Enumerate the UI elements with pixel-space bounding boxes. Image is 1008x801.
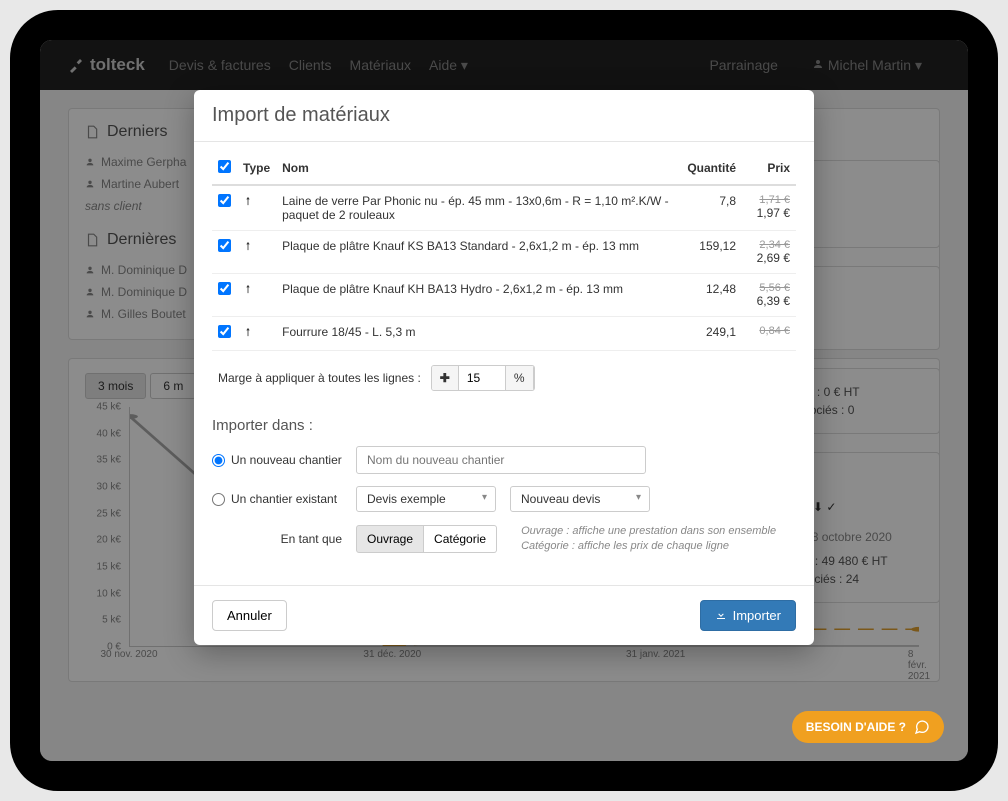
materials-table: Type Nom Quantité Prix Laine de verre Pa… xyxy=(212,152,796,351)
material-icon xyxy=(237,231,276,274)
material-icon xyxy=(237,185,276,231)
margin-input-group: ✚ % xyxy=(431,365,535,391)
new-chantier-input[interactable] xyxy=(356,446,646,474)
modal-title: Import de matériaux xyxy=(194,90,814,142)
hint-text: Ouvrage : affiche une prestation dans so… xyxy=(521,524,796,555)
table-row: Laine de verre Par Phonic nu - ép. 45 mm… xyxy=(212,185,796,231)
material-price: 0,84 € xyxy=(742,317,796,351)
cancel-button[interactable]: Annuler xyxy=(212,600,287,631)
row-check[interactable] xyxy=(218,194,231,207)
material-qty: 7,8 xyxy=(678,185,742,231)
row-check[interactable] xyxy=(218,325,231,338)
col-prix: Prix xyxy=(742,152,796,185)
tablet-frame: tolteck Devis & factures Clients Matéria… xyxy=(10,10,998,791)
radio-new-chantier[interactable]: Un nouveau chantier xyxy=(212,453,342,467)
select-devis[interactable]: Nouveau devis xyxy=(510,486,650,512)
material-icon xyxy=(237,274,276,317)
row-check[interactable] xyxy=(218,239,231,252)
material-icon xyxy=(237,317,276,351)
chat-icon xyxy=(914,719,930,735)
material-qty: 249,1 xyxy=(678,317,742,351)
table-row: Plaque de plâtre Knauf KH BA13 Hydro - 2… xyxy=(212,274,796,317)
import-button[interactable]: Importer xyxy=(700,600,796,631)
download-icon xyxy=(715,609,727,621)
margin-input[interactable] xyxy=(459,366,505,390)
material-name: Plaque de plâtre Knauf KS BA13 Standard … xyxy=(276,231,678,274)
material-name: Fourrure 18/45 - L. 5,3 m xyxy=(276,317,678,351)
material-qty: 12,48 xyxy=(678,274,742,317)
as-label: En tant que xyxy=(212,532,342,546)
material-price: 1,71 €1,97 € xyxy=(742,185,796,231)
help-button[interactable]: BESOIN D'AIDE ? xyxy=(792,711,944,743)
seg-ouvrage[interactable]: Ouvrage xyxy=(356,525,424,553)
table-row: Plaque de plâtre Knauf KS BA13 Standard … xyxy=(212,231,796,274)
check-all[interactable] xyxy=(218,160,231,173)
col-qte: Quantité xyxy=(678,152,742,185)
material-price: 5,56 €6,39 € xyxy=(742,274,796,317)
col-type: Type xyxy=(237,152,276,185)
radio-existing-chantier[interactable]: Un chantier existant xyxy=(212,492,342,506)
margin-unit: % xyxy=(505,366,534,390)
screen: tolteck Devis & factures Clients Matéria… xyxy=(40,40,968,761)
select-chantier[interactable]: Devis exemple xyxy=(356,486,496,512)
col-nom: Nom xyxy=(276,152,678,185)
seg-categorie[interactable]: Catégorie xyxy=(424,525,497,553)
margin-label: Marge à appliquer à toutes les lignes : xyxy=(218,371,421,385)
import-section-label: Importer dans : xyxy=(212,417,796,434)
plus-icon[interactable]: ✚ xyxy=(432,366,459,390)
material-name: Laine de verre Par Phonic nu - ép. 45 mm… xyxy=(276,185,678,231)
material-name: Plaque de plâtre Knauf KH BA13 Hydro - 2… xyxy=(276,274,678,317)
material-price: 2,34 €2,69 € xyxy=(742,231,796,274)
material-qty: 159,12 xyxy=(678,231,742,274)
table-row: Fourrure 18/45 - L. 5,3 m249,10,84 € xyxy=(212,317,796,351)
import-modal: Import de matériaux Type Nom Quantité Pr… xyxy=(194,90,814,645)
as-toggle: Ouvrage Catégorie xyxy=(356,525,497,553)
row-check[interactable] xyxy=(218,282,231,295)
